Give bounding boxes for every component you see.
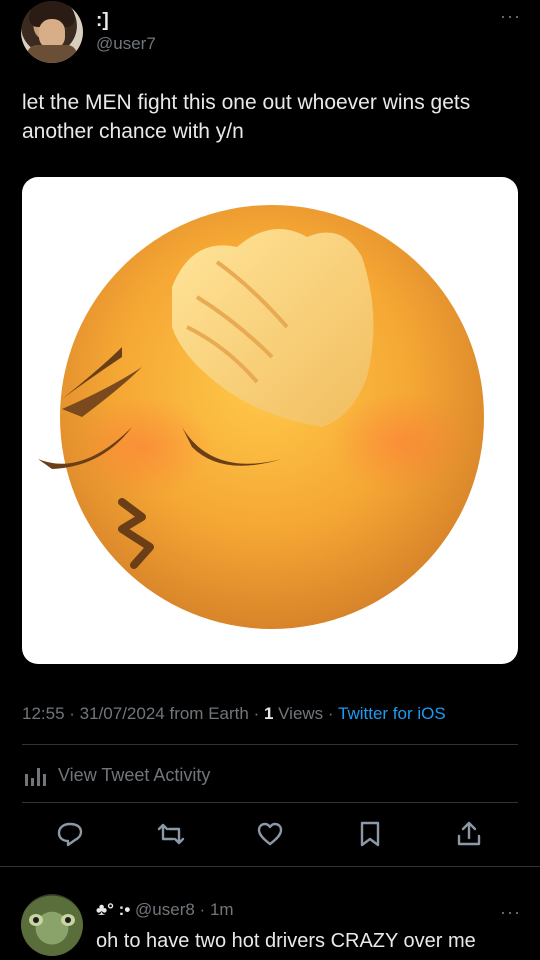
like-icon: [257, 822, 283, 846]
views-count: 1: [263, 704, 274, 723]
divider: [22, 744, 518, 745]
reply-text: oh to have two hot drivers CRAZY over me: [96, 930, 476, 952]
tweet-time[interactable]: 12:55: [22, 704, 65, 723]
activity-label: View Tweet Activity: [58, 764, 211, 785]
reply-icon: [57, 822, 83, 847]
retweet-button[interactable]: [151, 812, 191, 856]
meta-separator: ·: [64, 704, 80, 723]
more-options-button[interactable]: ···: [500, 6, 521, 27]
reply-header: ♣︎° :• @user8 · 1m: [96, 900, 234, 920]
bookmark-button[interactable]: [350, 812, 390, 856]
meta-separator: ·: [323, 704, 338, 723]
client-link[interactable]: Twitter for iOS: [338, 704, 446, 723]
analytics-icon: [25, 768, 46, 786]
reply-button[interactable]: [50, 812, 90, 856]
share-button[interactable]: [449, 812, 489, 856]
view-tweet-activity-button[interactable]: View Tweet Activity: [22, 760, 210, 790]
reply-separator: ·: [194, 900, 210, 919]
views-label: Views: [273, 704, 324, 723]
tweet-meta: 12:55 · 31/07/2024 from Earth · 1 Views …: [22, 704, 446, 724]
meta-separator: ·: [248, 704, 264, 723]
reply-more-options-button[interactable]: ···: [500, 902, 521, 923]
retweet-icon: [157, 823, 185, 845]
face-palm-emoji: [38, 205, 484, 629]
reply-author-name[interactable]: ♣︎° :•: [96, 900, 130, 919]
divider: [22, 802, 518, 803]
reply-time[interactable]: 1m: [210, 900, 234, 919]
tweet-source: from Earth: [164, 704, 249, 723]
bookmark-icon: [360, 821, 380, 847]
tweet-media-image[interactable]: [22, 177, 518, 664]
action-bar: [0, 812, 540, 856]
reply-tweet[interactable]: ♣︎° :• @user8 · 1m ··· oh to have two ho…: [0, 880, 540, 960]
author-avatar[interactable]: [21, 1, 83, 63]
tweet-header: :] @user7 ···: [0, 0, 540, 70]
reply-author-handle[interactable]: @user8: [135, 900, 195, 919]
reply-author-avatar[interactable]: [21, 894, 83, 956]
author-handle[interactable]: @user7: [96, 34, 156, 54]
tweet-date[interactable]: 31/07/2024: [80, 704, 165, 723]
author-display-name[interactable]: :]: [96, 10, 109, 32]
like-button[interactable]: [250, 812, 290, 856]
share-icon: [457, 821, 481, 846]
tweet-text: let the MEN fight this one out whoever w…: [22, 91, 471, 143]
divider: [0, 866, 540, 867]
